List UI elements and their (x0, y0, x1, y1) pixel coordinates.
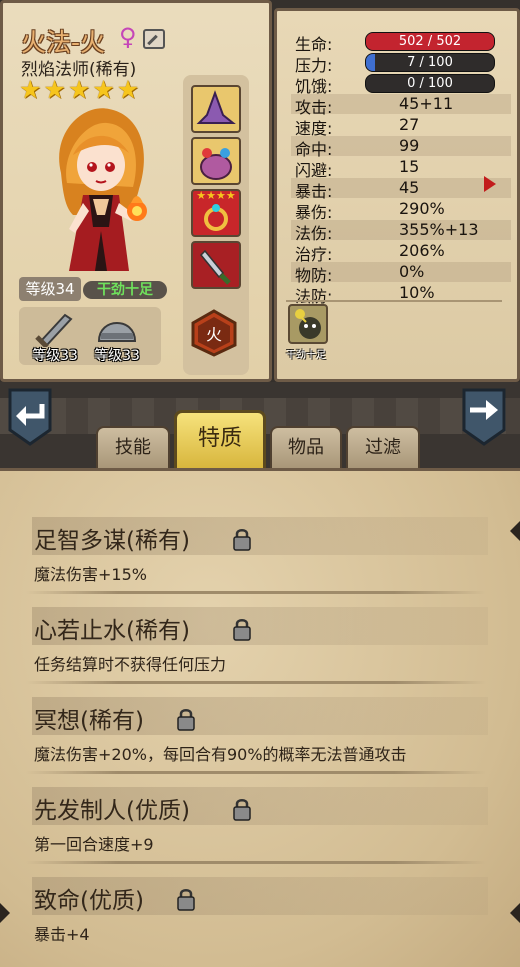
stat-accuracy: 命中: 99 (291, 136, 511, 159)
star-icon: ★ (116, 75, 140, 104)
tab-traits[interactable]: 特质 (174, 410, 266, 468)
item-rarity-stars: ★★★★ (196, 189, 236, 202)
trait-description: 第一回合速度+9 (34, 835, 154, 854)
trait-title: 致命(优质) (34, 888, 144, 914)
stat-magic-damage: 法伤: 355%+13 (291, 220, 511, 243)
divider (26, 861, 486, 864)
element-label: 火 (206, 325, 222, 344)
lock-icon[interactable] (232, 527, 252, 551)
trait-title: 足智多谋(稀有) (34, 528, 190, 554)
trait-title: 冥想(稀有) (34, 708, 144, 734)
trait-description: 魔法伤害+15% (34, 565, 147, 584)
star-icon: ★ (43, 75, 66, 104)
element-fire-icon[interactable]: 火 (189, 309, 239, 357)
equipment-slot-weapon[interactable]: 等级33 (25, 307, 85, 365)
stat-hp: 生命: 502 / 502 (291, 31, 511, 54)
trait-title: 心若止水(稀有) (34, 618, 190, 644)
scroll-spike-left (0, 903, 10, 923)
item-slot[interactable] (191, 241, 241, 289)
trait-description: 暴击+4 (34, 925, 90, 944)
stat-value: 0% (399, 262, 425, 281)
hp-value: 502 / 502 (398, 34, 462, 49)
stat-crit-damage: 暴伤: 290% (291, 199, 511, 222)
stat-stress: 压力: 7 / 100 (291, 52, 511, 75)
hunger-value: 0 / 100 (407, 76, 453, 91)
star-rating: ★ ★ ★ ★ ★ (19, 77, 139, 103)
stat-hunger: 饥饿: 0 / 100 (291, 73, 511, 96)
star-icon: ★ (92, 75, 115, 104)
potion-bag-icon (200, 148, 232, 180)
hp-bar: 502 / 502 (365, 32, 495, 51)
character-panel: 火法-火 ♀ 烈焰法师(稀有) ★ ★ ★ ★ ★ 等级34 干劲十足 等级33… (0, 0, 272, 382)
equipment-slot-armor[interactable]: 等级33 (87, 307, 147, 365)
star-icon: ★ (67, 75, 91, 104)
stat-value: 15 (399, 157, 420, 176)
sword-icon (35, 313, 73, 349)
buff-area: 干劲十足 (286, 300, 502, 361)
character-name: 火法-火 (21, 28, 106, 57)
tab-skills[interactable]: 技能 (96, 426, 170, 468)
buff-mood-icon[interactable] (288, 304, 328, 344)
equipment-level: 等级33 (94, 348, 140, 364)
stat-crit: 暴击: 45 (291, 178, 511, 201)
traits-list: 足智多谋(稀有) 魔法伤害+15% 心若止水(稀有) 任务结算时不获得任何压力 … (0, 468, 520, 967)
stat-dodge: 闪避: 15 (291, 157, 511, 180)
expand-arrow-icon[interactable] (484, 176, 496, 192)
stress-value: 7 / 100 (407, 55, 453, 70)
trait-item[interactable]: 先发制人(优质) 第一回合速度+9 (12, 787, 500, 875)
tab-filter[interactable]: 过滤 (346, 426, 420, 468)
item-slot[interactable] (191, 85, 241, 133)
stat-physical-defense: 物防: 0% (291, 262, 511, 285)
rename-icon[interactable] (143, 29, 165, 49)
stat-value: 45 (399, 178, 420, 197)
stat-speed: 速度: 27 (291, 115, 511, 138)
previous-hero-button[interactable] (6, 386, 54, 446)
stat-value: 99 (399, 136, 420, 155)
star-icon: ★ (19, 75, 42, 104)
divider (26, 771, 486, 774)
mood-status-label: 干劲十足 (83, 281, 167, 299)
trait-description: 魔法伤害+20%，每回合有90%的概率无法普通攻击 (34, 745, 407, 764)
helmet-icon (97, 322, 137, 342)
buff-label: 干劲十足 (286, 350, 326, 361)
stat-value: 206% (399, 241, 445, 260)
stat-healing: 治疗: 206% (291, 241, 511, 264)
scroll-spike-right (510, 903, 520, 923)
item-slot[interactable]: ★★★★ (191, 189, 241, 237)
next-hero-button[interactable] (460, 386, 508, 446)
lock-icon[interactable] (232, 617, 252, 641)
tab-bar: 技能 特质 物品 过滤 (0, 382, 520, 468)
stat-value: 45+11 (399, 94, 454, 113)
scroll-spike-right (510, 521, 520, 541)
stat-value: 355%+13 (399, 220, 479, 239)
trait-description: 任务结算时不获得任何压力 (34, 655, 227, 674)
stat-attack: 攻击: 45+11 (291, 94, 511, 117)
trait-item[interactable]: 心若止水(稀有) 任务结算时不获得任何压力 (12, 607, 500, 695)
character-portrait (59, 108, 147, 271)
trait-item[interactable]: 足智多谋(稀有) 魔法伤害+15% (12, 517, 500, 605)
hero-detail-top: 火法-火 ♀ 烈焰法师(稀有) ★ ★ ★ ★ ★ 等级34 干劲十足 等级33… (0, 0, 520, 382)
character-level: 等级34 (19, 277, 81, 301)
lock-icon[interactable] (176, 887, 196, 911)
stat-value: 27 (399, 115, 420, 134)
wizard-hat-icon (196, 90, 236, 124)
trait-item[interactable]: 冥想(稀有) 魔法伤害+20%，每回合有90%的概率无法普通攻击 (12, 697, 500, 785)
female-gender-icon: ♀ (119, 23, 137, 51)
dagger-icon (199, 249, 231, 285)
lock-icon[interactable] (176, 707, 196, 731)
tab-items[interactable]: 物品 (270, 426, 342, 468)
hunger-bar: 0 / 100 (365, 74, 495, 93)
item-slot[interactable] (191, 137, 241, 185)
trait-title: 先发制人(优质) (34, 798, 190, 824)
trait-item[interactable]: 致命(优质) 暴击+4 (12, 877, 500, 965)
equipment-level: 等级33 (32, 348, 78, 364)
lock-icon[interactable] (232, 797, 252, 821)
divider (26, 681, 486, 684)
stat-value: 290% (399, 199, 445, 218)
divider (26, 591, 486, 594)
stress-bar: 7 / 100 (365, 53, 495, 72)
